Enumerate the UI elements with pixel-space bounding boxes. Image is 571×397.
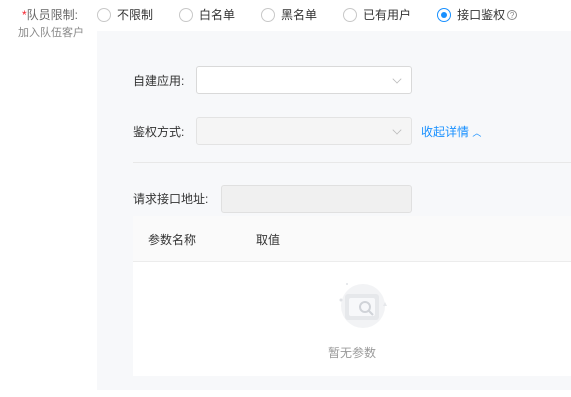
radio-existing-users[interactable]: 已有用户 — [343, 6, 411, 23]
table-header: 参数名称 取值 — [133, 216, 571, 262]
auth-method-select[interactable] — [196, 117, 412, 145]
question-circle-icon[interactable]: ? — [507, 9, 518, 20]
radio-circle-icon — [343, 7, 358, 22]
empty-box-icon — [339, 283, 387, 328]
radio-label: 已有用户 — [363, 8, 412, 22]
params-table: 参数名称 取值 暂无参数 — [133, 216, 571, 376]
column-header-param-name: 参数名称 — [148, 233, 197, 247]
radio-circle-icon — [179, 7, 194, 22]
column-header-value: 取值 — [256, 233, 281, 247]
team-limit-label: *队员限制: — [22, 6, 78, 23]
empty-text: 暂无参数 — [327, 346, 376, 360]
radio-blacklist[interactable]: 黑名单 — [261, 6, 317, 23]
auth-method-label: 鉴权方式: — [133, 125, 185, 139]
collapse-details-link[interactable]: 收起详情 ︿ — [421, 123, 481, 140]
api-auth-panel: 自建应用: 鉴权方式: 收起详情 ︿ 请求接口地址: 参数名称 取值 暂无参数 — [97, 31, 571, 390]
radio-label: 不限制 — [117, 8, 154, 22]
self-app-label: 自建应用: — [133, 74, 185, 88]
radio-whitelist[interactable]: 白名单 — [179, 6, 235, 23]
add-team-customer-text: 加入队伍客户 — [18, 27, 84, 39]
radio-label: 接口鉴权 — [457, 8, 506, 22]
radio-no-limit[interactable]: 不限制 — [97, 6, 153, 23]
team-limit-text: 队员限制: — [26, 8, 79, 22]
chevron-down-icon — [392, 74, 402, 84]
chevron-down-icon — [392, 125, 402, 135]
request-url-label: 请求接口地址: — [133, 192, 209, 206]
divider — [133, 162, 571, 163]
radio-api-auth[interactable]: 接口鉴权 ? — [437, 6, 518, 23]
radio-circle-icon — [97, 7, 111, 22]
self-app-select[interactable] — [196, 66, 412, 94]
collapse-details-text: 收起详情 — [421, 125, 470, 139]
request-url-input[interactable] — [221, 185, 412, 213]
team-limit-radio-group: 不限制 白名单 黑名单 已有用户 接口鉴权 ? — [97, 6, 543, 23]
radio-circle-icon — [261, 7, 276, 22]
chevron-up-icon: ︿ — [472, 128, 482, 138]
radio-label: 白名单 — [199, 8, 236, 22]
radio-label: 黑名单 — [281, 8, 318, 22]
radio-checked-icon — [437, 7, 452, 22]
